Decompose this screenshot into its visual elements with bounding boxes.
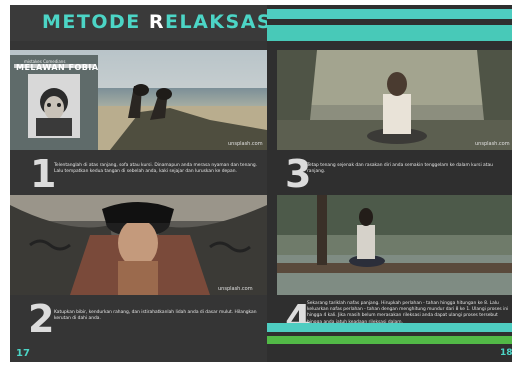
photo-credit: unsplash.com bbox=[475, 141, 510, 147]
step-number-2: 2 bbox=[28, 297, 55, 341]
step-text-3: Tetap tenang sejenak dan rasakan diri an… bbox=[307, 163, 493, 175]
photo-meditation-back: unsplash.com bbox=[277, 50, 512, 150]
accent-stripe bbox=[267, 25, 512, 41]
title-bar: METODE RELAKSASI bbox=[10, 5, 267, 41]
step-text-1: Telentanglah di atas ranjang, sofa atau … bbox=[54, 163, 258, 175]
photo-hammock: unsplash.com bbox=[10, 195, 267, 295]
page-number-left: 17 bbox=[16, 348, 30, 359]
right-page: unsplash.com 3 Tetap tenang sejenak dan … bbox=[267, 5, 512, 362]
photo-meditation-back-art bbox=[277, 50, 512, 150]
accent-stripe bbox=[267, 9, 512, 19]
photo-credit: unsplash.com bbox=[228, 141, 263, 147]
title-word-metode: METODE bbox=[42, 11, 149, 33]
photo-hammock-art bbox=[10, 195, 267, 295]
photo-meditation-dock-art bbox=[277, 195, 512, 295]
page-number-right: 18 bbox=[500, 348, 512, 358]
page-title: METODE RELAKSASI bbox=[42, 11, 267, 33]
accent-stripe-green bbox=[267, 336, 512, 344]
left-page: METODE RELAKSASI bbox=[10, 5, 267, 362]
photo-book-beach: unsplash.com mistakes Comedians MELAWAN … bbox=[10, 50, 267, 150]
title-rest: ELAKSASI bbox=[165, 11, 267, 33]
title-word-relaksasi: RELAKSASI bbox=[149, 11, 267, 33]
accent-stripe bbox=[267, 323, 512, 332]
title-cap-letter: R bbox=[148, 11, 166, 33]
step-text-2: Katupkan bibir, kendurkan rahang, dan is… bbox=[54, 310, 257, 322]
photo-credit: unsplash.com bbox=[218, 286, 253, 292]
book-cover-title: MELAWAN FOBIA bbox=[16, 63, 99, 72]
photo-meditation-dock bbox=[277, 195, 512, 295]
magazine-spread: METODE RELAKSASI bbox=[10, 5, 512, 362]
step-number-1: 1 bbox=[30, 152, 57, 196]
